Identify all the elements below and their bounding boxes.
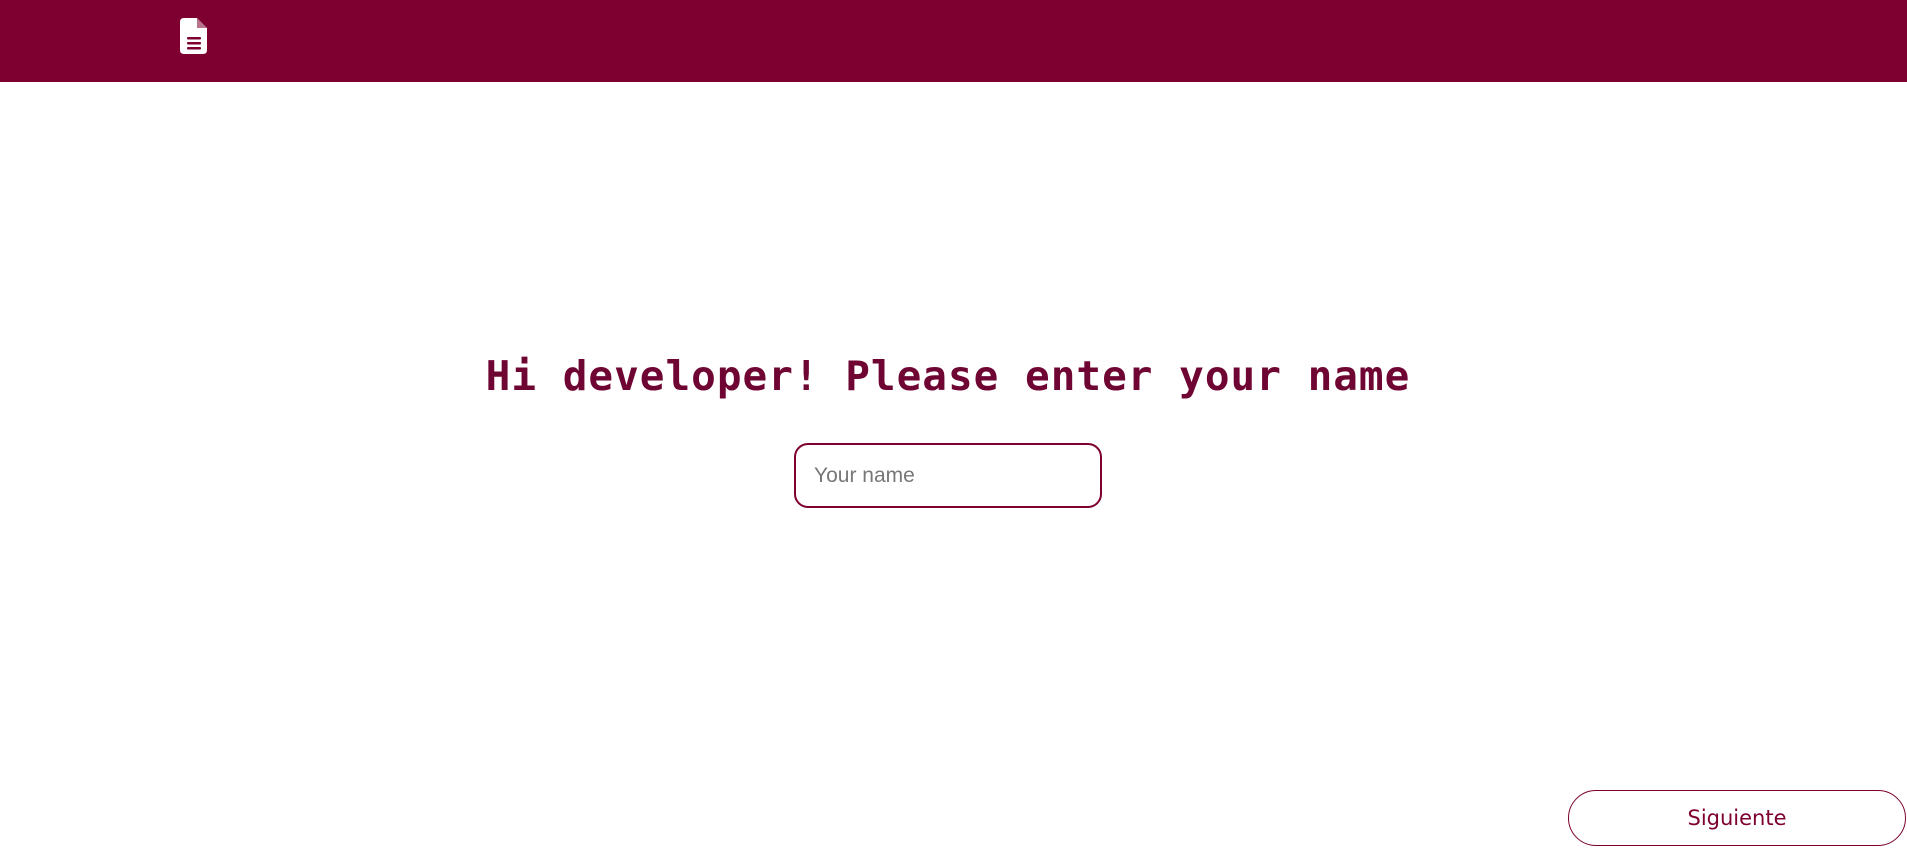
page: Hi developer! Please enter your name Sig…: [0, 0, 1907, 866]
page-title: Hi developer! Please enter your name: [485, 352, 1411, 400]
next-button[interactable]: Siguiente: [1568, 790, 1906, 846]
name-input[interactable]: [794, 443, 1102, 508]
main-content: Hi developer! Please enter your name Sig…: [0, 0, 1907, 866]
